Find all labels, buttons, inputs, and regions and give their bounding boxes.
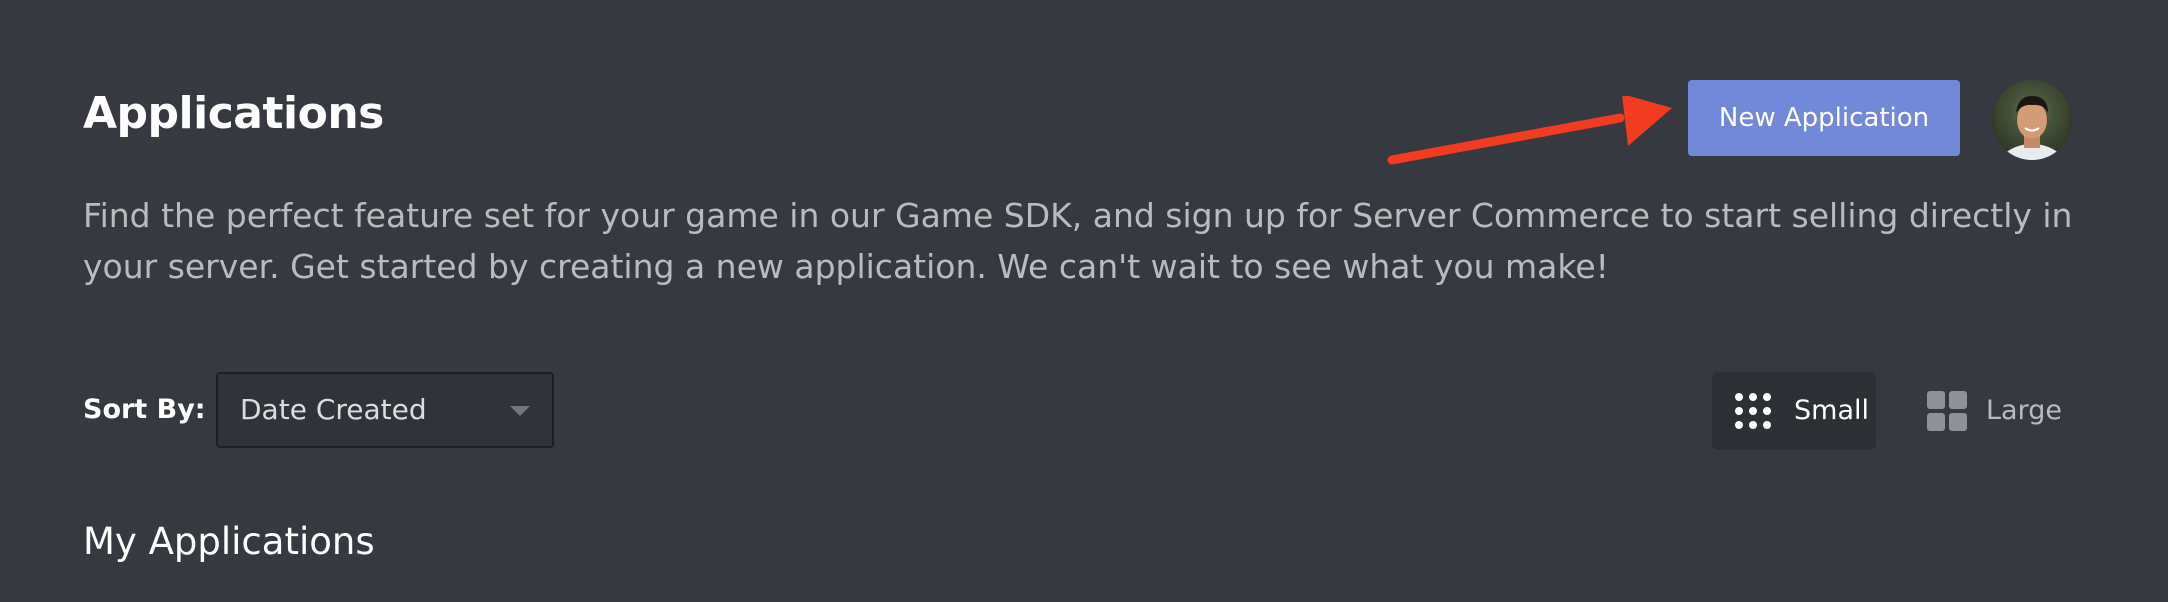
view-toggle-small[interactable]: Small <box>1712 372 1876 450</box>
my-applications-heading: My Applications <box>83 520 375 563</box>
page-description: Find the perfect feature set for your ga… <box>83 196 2073 286</box>
applications-page: Applications New Application Find the pe… <box>0 0 2168 602</box>
new-application-button[interactable]: New Application <box>1688 80 1960 156</box>
sort-by-dropdown[interactable]: Date Created <box>216 372 554 448</box>
view-toggle-small-label: Small <box>1794 395 1869 426</box>
dots-grid-icon <box>1735 393 1771 429</box>
chevron-down-icon <box>510 406 530 416</box>
annotation-arrow <box>1387 96 1672 165</box>
view-toggle-large[interactable]: Large <box>1912 372 2062 450</box>
sort-by-label: Sort By: <box>83 394 206 425</box>
sort-by-selected-value: Date Created <box>240 393 427 426</box>
squares-grid-icon <box>1927 391 1967 431</box>
view-toggle-large-label: Large <box>1986 395 2062 426</box>
avatar[interactable] <box>1992 80 2072 160</box>
page-title: Applications <box>83 88 384 139</box>
